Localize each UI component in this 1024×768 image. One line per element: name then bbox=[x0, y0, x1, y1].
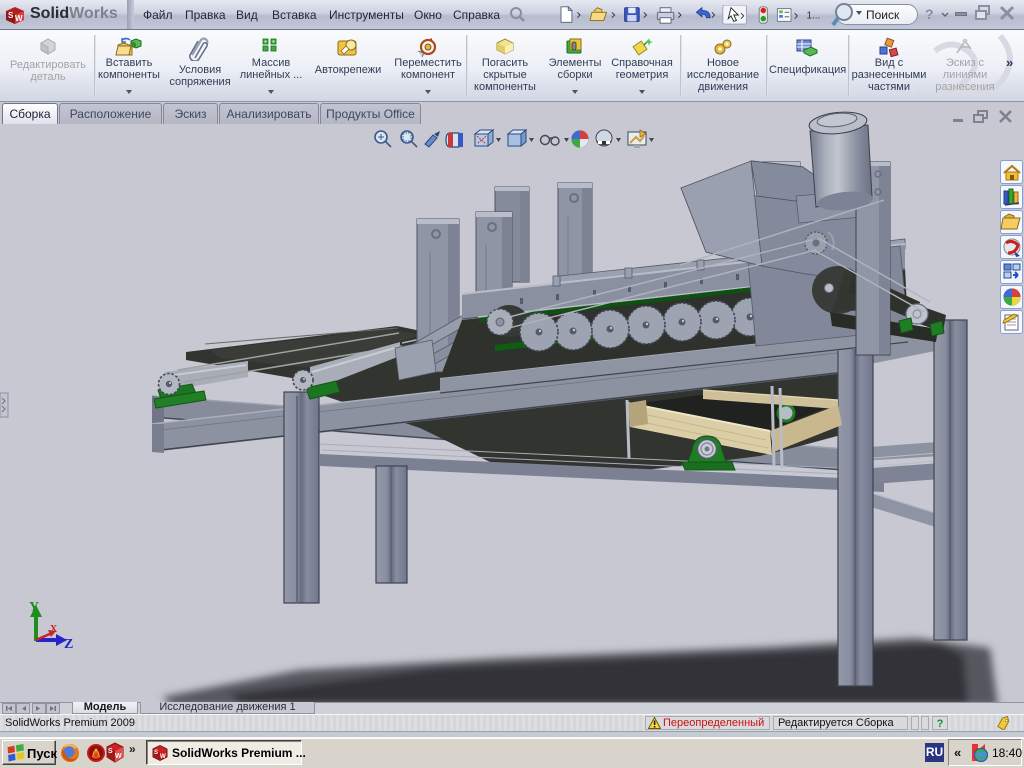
svg-text:W: W bbox=[160, 754, 166, 760]
svg-text:W: W bbox=[115, 753, 122, 760]
svg-text:S: S bbox=[8, 11, 14, 20]
svg-text:X: X bbox=[50, 624, 58, 635]
svg-text:1...: 1... bbox=[806, 11, 820, 22]
svg-text:S: S bbox=[108, 748, 113, 755]
svg-text:W: W bbox=[15, 14, 23, 23]
svg-text:Z: Z bbox=[64, 637, 73, 652]
svg-text:Y: Y bbox=[29, 600, 39, 615]
svg-text:S: S bbox=[154, 750, 158, 756]
